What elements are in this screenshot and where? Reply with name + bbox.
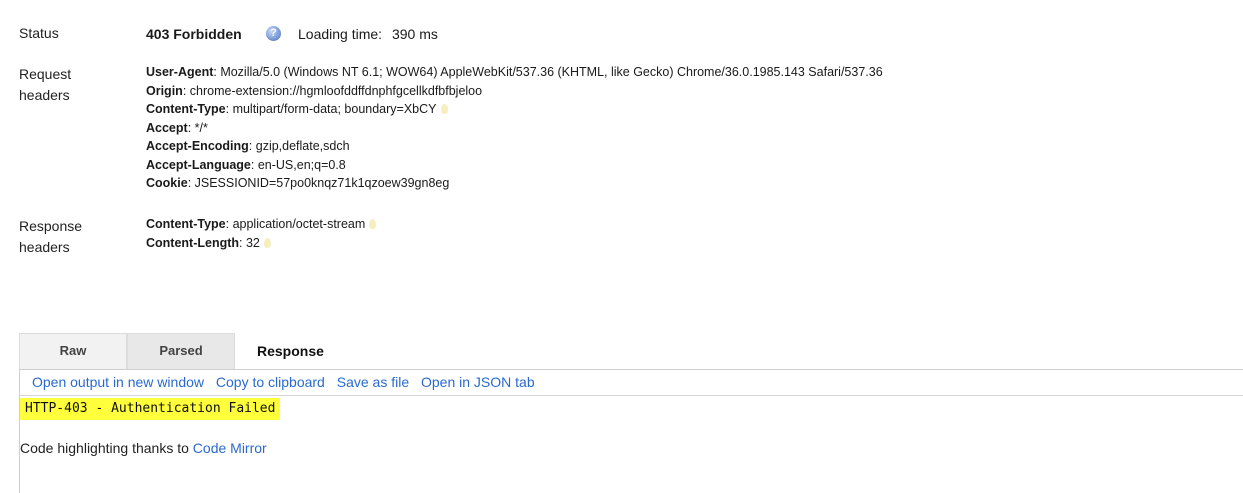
header-row: Content-Length: 32 (146, 234, 376, 253)
response-title: Response (257, 343, 324, 359)
loading-time-label: Loading time: (298, 26, 383, 42)
tab-raw[interactable]: Raw (19, 333, 127, 369)
header-name: Accept (146, 120, 188, 135)
response-headers-label: Response headers (19, 216, 82, 258)
credit-text: Code highlighting thanks to (20, 440, 193, 456)
status-row: Status 403 Forbidden ? Loading time: 390… (0, 20, 1243, 48)
response-headers-label-line2: headers (19, 239, 70, 255)
open-new-window-link[interactable]: Open output in new window (32, 374, 204, 390)
header-name: Accept-Encoding (146, 139, 249, 153)
lightbulb-icon[interactable] (263, 237, 271, 248)
header-value: : application/octet-stream (225, 217, 366, 231)
response-code-line: HTTP-403 - Authentication Failed (20, 398, 281, 420)
tab-parsed[interactable]: Parsed (127, 333, 235, 369)
header-name: Content-Length (146, 235, 240, 250)
code-mirror-link[interactable]: Code Mirror (193, 440, 267, 456)
response-headers-label-line1: Response (19, 218, 83, 234)
request-headers-label-line2: headers (19, 87, 70, 103)
header-value: : chrome-extension://hgmloofddffdnphfgce… (182, 83, 483, 98)
header-row: Accept: */* (146, 119, 883, 138)
header-name: Cookie (146, 176, 188, 190)
header-value: : 32 (239, 235, 260, 250)
header-name: Accept-Language (146, 157, 251, 172)
response-panel: Open output in new window Copy to clipbo… (19, 369, 1243, 493)
header-value: : en-US,en;q=0.8 (250, 157, 346, 172)
header-name: Content-Type (146, 217, 226, 231)
header-row: Content-Type: application/octet-stream (146, 215, 377, 234)
header-row: Accept-Encoding: gzip,deflate,sdch (146, 137, 883, 156)
help-icon[interactable]: ? (266, 26, 281, 41)
code-credit: Code highlighting thanks to Code Mirror (20, 440, 267, 456)
output-toolbar: Open output in new window Copy to clipbo… (32, 374, 543, 390)
header-value: : gzip,deflate,sdch (248, 139, 350, 153)
status-label: Status (19, 25, 59, 41)
open-json-tab-link[interactable]: Open in JSON tab (421, 374, 535, 390)
header-name: User-Agent (146, 65, 214, 79)
header-value: : */* (187, 120, 208, 135)
request-headers-label: Request headers (19, 64, 71, 106)
header-value: : JSESSIONID=57po0knqz71k1qzoew39gn8eg (187, 176, 450, 190)
header-row: User-Agent: Mozilla/5.0 (Windows NT 6.1;… (146, 63, 883, 82)
copy-clipboard-link[interactable]: Copy to clipboard (216, 374, 325, 390)
request-headers-list: User-Agent: Mozilla/5.0 (Windows NT 6.1;… (146, 63, 883, 193)
lightbulb-icon[interactable] (440, 104, 448, 114)
loading-time-value: 390 ms (391, 26, 438, 42)
header-row: Content-Type: multipart/form-data; bound… (146, 100, 883, 119)
save-file-link[interactable]: Save as file (337, 374, 409, 390)
response-headers-list: Content-Type: application/octet-stream C… (146, 215, 377, 253)
loading-time: Loading time: 390 ms (298, 20, 438, 48)
header-row: Accept-Language: en-US,en;q=0.8 (146, 156, 883, 175)
header-name: Origin (146, 83, 183, 98)
header-value: : Mozilla/5.0 (Windows NT 6.1; WOW64) Ap… (213, 65, 883, 79)
lightbulb-icon[interactable] (369, 219, 377, 229)
request-headers-label-line1: Request (19, 66, 72, 82)
status-code: 403 Forbidden (146, 26, 242, 42)
header-name: Content-Type (146, 102, 226, 116)
header-row: Origin: chrome-extension://hgmloofddffdn… (146, 82, 883, 101)
toolbar-divider (20, 395, 1243, 396)
header-row: Cookie: JSESSIONID=57po0knqz71k1qzoew39g… (146, 174, 883, 193)
header-value: : multipart/form-data; boundary=XbCY (225, 102, 437, 116)
